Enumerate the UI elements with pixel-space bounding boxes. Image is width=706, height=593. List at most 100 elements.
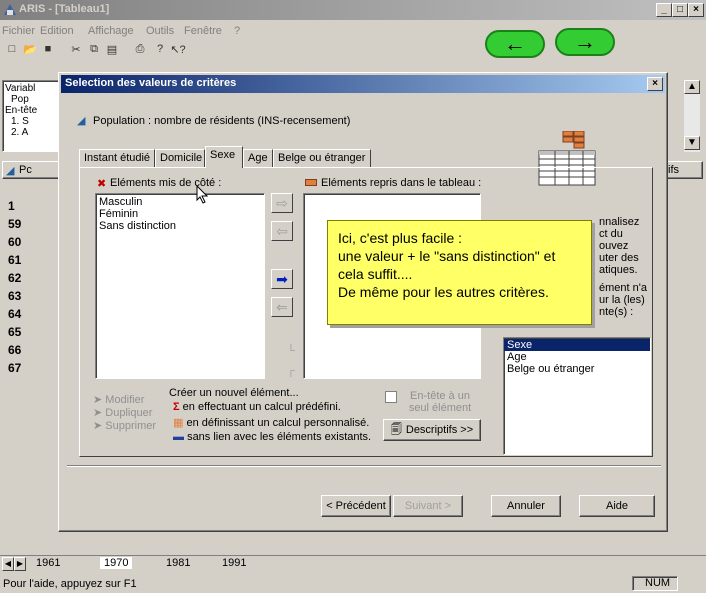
right-grid-tab-label: ifs [668, 164, 679, 176]
right-grid-tab[interactable]: ifs [663, 161, 703, 179]
move-all-right-button[interactable]: ➡ [271, 269, 293, 289]
modifier-label: Modifier [105, 394, 145, 406]
cut-icon[interactable]: ✂ [68, 41, 84, 57]
maximize-button[interactable]: □ [672, 3, 688, 17]
tab-belge-ou-etranger[interactable]: Belge ou étranger [273, 149, 371, 167]
explanation-line: ct du [599, 228, 623, 240]
menu-bar: Fichier Edition Affichage Outils Fenêtre… [0, 23, 470, 39]
dupliquer-action[interactable]: ➤ Dupliquer [93, 406, 152, 419]
row-number: 66 [8, 343, 22, 357]
row-number: 62 [8, 271, 22, 285]
supprimer-action[interactable]: ➤ Supprimer [93, 419, 156, 432]
left-info-panel: Variabl Pop En-tête 1. S 2. A [2, 80, 62, 152]
sheet-tab-1970[interactable]: 1970 [100, 557, 133, 569]
population-label: Population : nombre de résidents (INS-re… [93, 115, 351, 127]
create-unlinked-option[interactable]: ▬ sans lien avec les éléments existants. [173, 431, 371, 443]
tab-age[interactable]: Age [243, 149, 273, 167]
explanation-line: uter des [599, 252, 639, 264]
row-number: 60 [8, 235, 22, 249]
create-custom-option[interactable]: ▦ en définissant un calcul personnalisé. [173, 416, 369, 429]
list-item[interactable]: Masculin [96, 196, 264, 208]
menu-fichier[interactable]: Fichier [2, 25, 35, 37]
tab-instant-etudie[interactable]: Instant étudié [79, 149, 155, 167]
entete-label: En-tête à un seul élément [408, 390, 472, 414]
dialog-close-button[interactable]: × [647, 77, 663, 91]
criteria-item[interactable]: Age [504, 351, 650, 363]
row-number: 64 [8, 307, 22, 321]
explanation-text: nnalisez ct du ouvez uter des atiques. é… [599, 216, 647, 318]
explanation-line: ur la (les) [599, 294, 645, 306]
left-grid-tab[interactable]: ◢ Pc [2, 161, 62, 179]
save-icon[interactable]: ■ [40, 41, 56, 57]
criteria-item[interactable]: Belge ou étranger [504, 363, 650, 375]
menu-fenetre[interactable]: Fenêtre [184, 25, 222, 37]
row-headers: 1 59 60 61 62 63 64 65 66 67 [2, 195, 60, 375]
list-item[interactable]: Féminin [96, 208, 264, 220]
sheet-tab-1961[interactable]: 1961 [36, 557, 60, 569]
close-button[interactable]: × [688, 3, 704, 17]
menu-affichage[interactable]: Affichage [88, 25, 134, 37]
row-number: 59 [8, 217, 22, 231]
explanation-line: ément n'a [599, 282, 647, 294]
menu-edition[interactable]: Edition [40, 25, 74, 37]
open-folder-icon[interactable]: 📂 [22, 41, 38, 57]
modifier-action[interactable]: ➤ Modifier [93, 393, 144, 406]
new-file-icon[interactable]: □ [4, 41, 20, 57]
nav-forward-button[interactable]: → [555, 28, 615, 56]
criteria-tabs: Instant étudié Domicile Sexe Age Belge o… [79, 146, 499, 168]
move-up-icon[interactable]: └ [287, 345, 295, 357]
row-number: 67 [8, 361, 22, 375]
chevron-right-icon: ➤ [93, 407, 106, 419]
sheet-tab-1981[interactable]: 1981 [166, 557, 190, 569]
move-one-left-button[interactable]: ⇦ [271, 221, 293, 241]
copy-icon[interactable]: ⧉ [86, 41, 102, 57]
help-icon[interactable]: ? [152, 41, 168, 57]
chart-icon: ◢ [6, 165, 15, 177]
calculator-icon: ▦ [173, 417, 187, 429]
set-aside-list[interactable]: Masculin Féminin Sans distinction [95, 193, 265, 379]
annuler-button[interactable]: Annuler [491, 495, 561, 517]
precedent-button[interactable]: < Précédent [321, 495, 391, 517]
minimize-button[interactable]: _ [656, 3, 672, 17]
suivant-button[interactable]: Suivant > [393, 495, 463, 517]
create-custom-label: en définissant un calcul personnalisé. [186, 417, 370, 429]
row-number: 65 [8, 325, 22, 339]
dialog-title-bar[interactable]: Selection des valeurs de critères × [61, 75, 665, 93]
row-number: 63 [8, 289, 22, 303]
menu-outils[interactable]: Outils [146, 25, 174, 37]
tooltip-line-2: une valeur + le "sans distinction" et ce… [338, 248, 556, 282]
menu-help[interactable]: ? [234, 25, 240, 37]
sheet-next-button[interactable]: ▶ [14, 557, 26, 571]
list-item[interactable]: Sans distinction [96, 220, 264, 232]
right-scrollbar[interactable]: ▲ ▼ [684, 80, 700, 152]
move-down-icon[interactable]: ┌ [287, 365, 295, 377]
left-info-line: Variabl [5, 83, 36, 94]
tab-sexe[interactable]: Sexe [205, 146, 243, 168]
left-info-line: En-tête [5, 105, 38, 116]
envelope-icon: ▬ [173, 431, 188, 443]
context-help-icon[interactable]: ↖? [170, 41, 186, 57]
paste-icon[interactable]: ▤ [104, 41, 120, 57]
criteria-item-selected[interactable]: Sexe [504, 339, 650, 351]
create-unlinked-label: sans lien avec les éléments existants. [187, 431, 372, 443]
move-all-left-button[interactable]: ⇐ [271, 297, 293, 317]
scroll-down-button[interactable]: ▼ [684, 136, 700, 150]
print-icon[interactable]: ⎙ [132, 41, 148, 57]
aide-button[interactable]: Aide [579, 495, 655, 517]
sheet-tab-1991[interactable]: 1991 [222, 557, 246, 569]
move-one-right-button[interactable]: ⇨ [271, 193, 293, 213]
descriptifs-button[interactable]: 🗐 Descriptifs >> [383, 419, 481, 441]
create-label: Créer un nouvel élément... [169, 387, 299, 399]
tab-domicile[interactable]: Domicile [155, 149, 205, 167]
scroll-up-button[interactable]: ▲ [684, 80, 700, 94]
create-predefined-option[interactable]: Σ en effectuant un calcul prédéfini. [173, 401, 341, 413]
dialog-separator [67, 465, 661, 467]
sheet-prev-button[interactable]: ◀ [2, 557, 14, 571]
criteria-list[interactable]: Sexe Age Belge ou étranger [503, 337, 651, 455]
main-title-bar[interactable]: ARIS - [Tableau1] _ □ × [0, 0, 706, 20]
nav-back-button[interactable]: ← [485, 30, 545, 58]
tooltip-line-3: De même pour les autres critères. [338, 284, 549, 300]
descriptifs-label: Descriptifs >> [405, 424, 474, 436]
kept-label: Eléments repris dans le tableau : [321, 177, 482, 189]
entete-checkbox[interactable] [385, 391, 397, 403]
